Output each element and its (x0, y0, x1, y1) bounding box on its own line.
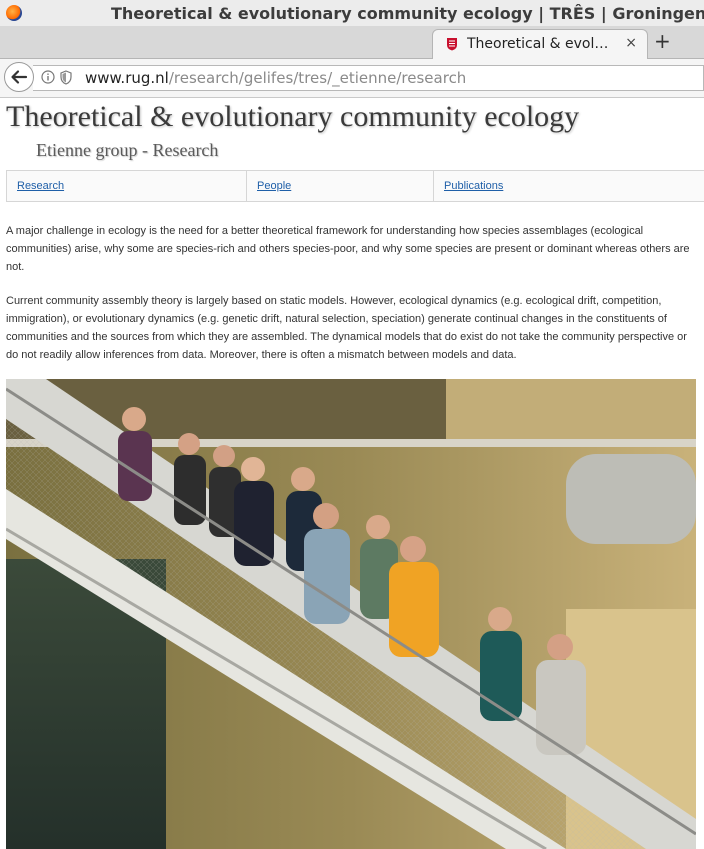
tab-strip: Theoretical & evolutionary community eco… (0, 26, 704, 59)
window-titlebar: Theoretical & evolutionary community eco… (0, 0, 704, 26)
menu-link-publications[interactable]: Publications (444, 180, 503, 192)
page-subtitle: Etienne group - Research (36, 140, 219, 160)
group-photo (6, 379, 696, 849)
info-icon[interactable] (41, 70, 55, 84)
tab-active[interactable]: Theoretical & evolutionary community eco… (432, 29, 648, 59)
shield-icon[interactable] (60, 70, 72, 85)
menu-item-research: Research (7, 171, 247, 201)
url-domain: www.rug.nl (85, 69, 169, 87)
section-menu: Research People Publications (6, 170, 704, 202)
url-text[interactable]: www.rug.nl/research/gelifes/tres/_etienn… (85, 69, 466, 87)
page-content: Theoretical & evolutionary community eco… (0, 98, 704, 849)
back-arrow-icon (11, 70, 28, 84)
back-button[interactable] (4, 62, 34, 92)
navigation-bar: www.rug.nl/research/gelifes/tres/_etienn… (0, 59, 704, 98)
menu-item-people: People (247, 171, 434, 201)
page-title: Theoretical & evolutionary community eco… (6, 100, 580, 133)
new-tab-button[interactable]: + (654, 29, 671, 53)
url-bar[interactable]: www.rug.nl/research/gelifes/tres/_etienn… (33, 65, 704, 91)
url-path: /research/gelifes/tres/_etienne/research (168, 69, 467, 87)
firefox-icon (6, 5, 22, 21)
window-title: Theoretical & evolutionary community eco… (111, 4, 704, 23)
university-crest-icon (447, 38, 457, 51)
menu-link-research[interactable]: Research (17, 180, 64, 192)
tab-close-button[interactable]: × (625, 35, 637, 51)
tab-label: Theoretical & evolutionary community eco… (467, 36, 615, 52)
menu-link-people[interactable]: People (257, 180, 291, 192)
intro-paragraph: A major challenge in ecology is the need… (6, 225, 690, 273)
theory-paragraph: Current community assembly theory is lar… (6, 295, 687, 361)
menu-item-publications: Publications (434, 171, 704, 201)
